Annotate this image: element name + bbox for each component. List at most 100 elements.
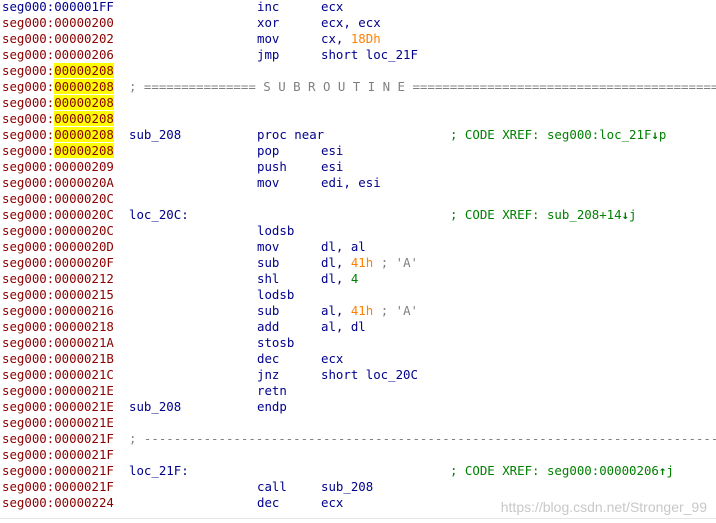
address-value[interactable]: 0000021F <box>54 447 114 462</box>
address-value[interactable]: 00000208 <box>54 143 114 158</box>
listing-row[interactable]: seg000:0000021F <box>0 447 716 463</box>
listing-row[interactable]: seg000:00000208 <box>0 95 716 111</box>
listing-row[interactable]: seg000:00000206 jmp short loc_21F <box>0 47 716 63</box>
listing-row[interactable]: seg000:00000202 mov cx, 18Dh <box>0 31 716 47</box>
listing-row[interactable]: seg000:00000209 push esi <box>0 159 716 175</box>
instruction-operands[interactable]: esi <box>321 159 343 175</box>
listing-row[interactable]: seg000:0000021E retn <box>0 383 716 399</box>
row-address[interactable]: seg000:0000020F <box>2 255 114 271</box>
address-value[interactable]: 00000215 <box>54 287 114 302</box>
listing-row[interactable]: seg000:00000218 add al, dl <box>0 319 716 335</box>
row-address[interactable]: seg000:00000224 <box>2 495 114 511</box>
address-value[interactable]: 0000021E <box>54 399 114 414</box>
address-value[interactable]: 00000208 <box>54 95 114 110</box>
row-address[interactable]: seg000:0000020C <box>2 191 114 207</box>
row-address[interactable]: seg000:00000208 <box>2 111 114 127</box>
instruction-operands[interactable]: ecx <box>321 0 343 15</box>
xref-comment[interactable]: ; CODE XREF: sub_208+14↓j <box>450 207 637 223</box>
listing-row[interactable]: seg000:0000020F sub dl, 41h ; 'A' <box>0 255 716 271</box>
listing-row[interactable]: seg000:00000208 ; =============== S U B R… <box>0 79 716 95</box>
address-value[interactable]: 00000209 <box>54 159 114 174</box>
address-value[interactable]: 00000208 <box>54 79 114 94</box>
listing-row[interactable]: seg000:0000021F call sub_208 <box>0 479 716 495</box>
code-label[interactable]: sub_208 <box>129 399 181 415</box>
address-value[interactable]: 0000020C <box>54 223 114 238</box>
address-value[interactable]: 0000020F <box>54 255 114 270</box>
listing-row[interactable]: seg000:0000021E sub_208 endp <box>0 399 716 415</box>
xref-comment[interactable]: ; CODE XREF: seg000:00000206↑j <box>450 463 674 479</box>
row-address[interactable]: seg000:00000209 <box>2 159 114 175</box>
row-address[interactable]: seg000:00000218 <box>2 319 114 335</box>
address-value[interactable]: 00000202 <box>54 31 114 46</box>
row-address[interactable]: seg000:0000021E <box>2 399 114 415</box>
disassembly-listing[interactable]: seg000:000001FF inc ecx seg000:00000200 xor e… <box>0 0 716 511</box>
address-value[interactable]: 0000020C <box>54 207 114 222</box>
code-label[interactable]: loc_21F: <box>129 463 189 479</box>
address-value[interactable]: 00000208 <box>54 111 114 126</box>
code-label[interactable]: sub_208 <box>129 127 181 143</box>
address-value[interactable]: 00000212 <box>54 271 114 286</box>
instruction-operands[interactable]: short loc_21F <box>321 47 418 63</box>
instruction-operands[interactable]: ecx, ecx <box>321 15 381 31</box>
row-address[interactable]: seg000:00000216 <box>2 303 114 319</box>
instruction-operands[interactable]: ecx <box>321 495 343 511</box>
listing-row[interactable]: seg000:0000020A mov edi, esi <box>0 175 716 191</box>
listing-row[interactable]: seg000:00000208 sub_208 proc near ; CODE XR… <box>0 127 716 143</box>
address-value[interactable]: 0000021F <box>54 479 114 494</box>
row-address[interactable]: seg000:0000020D <box>2 239 114 255</box>
address-value[interactable]: 0000021E <box>54 383 114 398</box>
instruction-operands[interactable]: dl, 4 <box>321 271 358 287</box>
row-address[interactable]: seg000:00000208 <box>2 79 114 95</box>
row-address[interactable]: seg000:0000021A <box>2 335 114 351</box>
instruction-operands[interactable]: short loc_20C <box>321 367 418 383</box>
row-address[interactable]: seg000:0000021E <box>2 383 114 399</box>
address-value[interactable]: 00000208 <box>54 63 114 78</box>
row-address[interactable]: seg000:0000021C <box>2 367 114 383</box>
listing-row[interactable]: seg000:000001FF inc ecx <box>0 0 716 15</box>
row-address[interactable]: seg000:00000208 <box>2 63 114 79</box>
instruction-operands[interactable]: ecx <box>321 351 343 367</box>
listing-row[interactable]: seg000:00000212 shl dl, 4 <box>0 271 716 287</box>
listing-row[interactable]: seg000:00000208 <box>0 111 716 127</box>
row-address[interactable]: seg000:0000021F <box>2 447 114 463</box>
address-value[interactable]: 0000021C <box>54 367 114 382</box>
instruction-operands[interactable]: cx, 18Dh <box>321 31 381 47</box>
row-address[interactable]: seg000:00000208 <box>2 95 114 111</box>
address-value[interactable]: 0000020A <box>54 175 114 190</box>
row-address[interactable]: seg000:0000021F <box>2 463 114 479</box>
listing-row[interactable]: seg000:0000021A stosb <box>0 335 716 351</box>
address-value[interactable]: 0000020D <box>54 239 114 254</box>
row-address[interactable]: seg000:00000206 <box>2 47 114 63</box>
listing-row[interactable]: seg000:0000021B dec ecx <box>0 351 716 367</box>
address-value[interactable]: 0000020C <box>54 191 114 206</box>
instruction-operands[interactable]: al, dl <box>321 319 366 335</box>
address-value[interactable]: 00000224 <box>54 495 114 510</box>
listing-row[interactable]: seg000:00000208 <box>0 63 716 79</box>
listing-row[interactable]: seg000:00000215 lodsb <box>0 287 716 303</box>
address-value[interactable]: 0000021B <box>54 351 114 366</box>
row-address[interactable]: seg000:00000208 <box>2 127 114 143</box>
listing-row[interactable]: seg000:0000020C loc_20C: ; CODE XREF: sub_… <box>0 207 716 223</box>
listing-row[interactable]: seg000:0000021E <box>0 415 716 431</box>
row-address[interactable]: seg000:0000021F <box>2 431 114 447</box>
listing-row[interactable]: seg000:0000021C jnz short loc_20C <box>0 367 716 383</box>
row-address[interactable]: seg000:0000021B <box>2 351 114 367</box>
address-value[interactable]: 000001FF <box>54 0 114 14</box>
row-address[interactable]: seg000:00000202 <box>2 31 114 47</box>
row-address[interactable]: seg000:0000020C <box>2 223 114 239</box>
instruction-operands[interactable]: dl, 41h ; 'A' <box>321 255 418 271</box>
listing-row[interactable]: seg000:00000208 pop esi <box>0 143 716 159</box>
listing-row[interactable]: seg000:0000021F loc_21F: ; CODE XREF: seg0… <box>0 463 716 479</box>
address-value[interactable]: 0000021E <box>54 415 114 430</box>
address-value[interactable]: 0000021F <box>54 463 114 478</box>
listing-row[interactable]: seg000:00000200 xor ecx, ecx <box>0 15 716 31</box>
address-value[interactable]: 00000208 <box>54 127 114 142</box>
row-address[interactable]: seg000:00000200 <box>2 15 114 31</box>
row-address[interactable]: seg000:0000021E <box>2 415 114 431</box>
row-address[interactable]: seg000:0000021F <box>2 479 114 495</box>
instruction-operands[interactable]: edi, esi <box>321 175 381 191</box>
row-address[interactable]: seg000:00000215 <box>2 287 114 303</box>
code-label[interactable]: loc_20C: <box>129 207 189 223</box>
address-value[interactable]: 00000218 <box>54 319 114 334</box>
row-address[interactable]: seg000:0000020A <box>2 175 114 191</box>
